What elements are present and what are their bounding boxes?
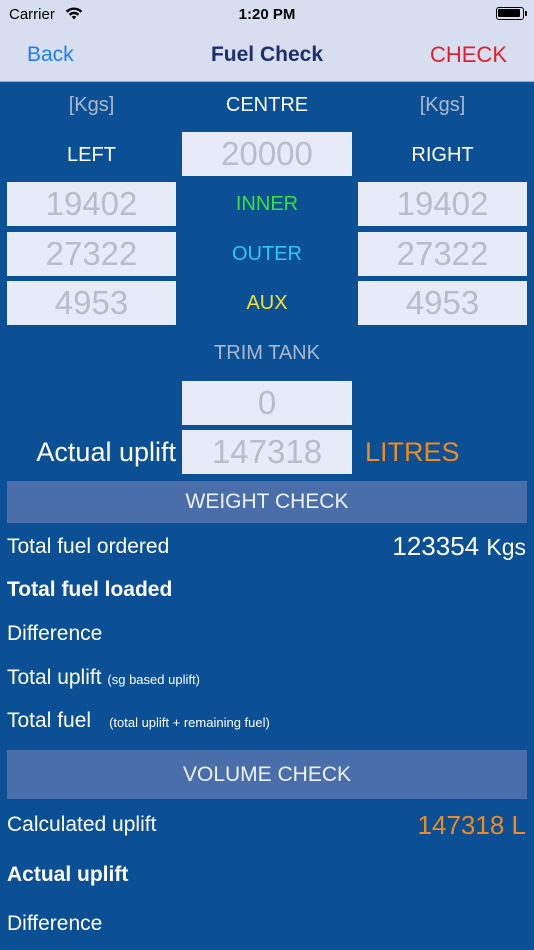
- left-inner-field[interactable]: 19402: [7, 182, 176, 226]
- check-button[interactable]: CHECK: [430, 42, 507, 68]
- centre-label: CENTRE: [225, 94, 309, 116]
- total-uplift-note: (sg based uplift): [107, 672, 200, 687]
- aux-label: AUX: [246, 292, 288, 314]
- centre-tank-field[interactable]: 20000: [182, 132, 352, 176]
- weight-difference-label: Difference: [7, 622, 103, 645]
- calculated-uplift-label: Calculated uplift: [7, 813, 157, 836]
- total-fuel-ordered-value: 123354 Kgs: [392, 531, 526, 562]
- unit-label-right: [Kgs]: [419, 94, 466, 116]
- right-outer-field[interactable]: 27322: [358, 232, 527, 276]
- volume-actual-uplift-label: Actual uplift: [7, 863, 129, 886]
- actual-uplift-label: Actual uplift: [36, 437, 176, 467]
- total-uplift-label: Total uplift: [7, 666, 102, 689]
- total-fuel-label: Total fuel: [7, 709, 92, 732]
- volume-check-header: VOLUME CHECK: [7, 750, 527, 799]
- volume-difference-label: Difference: [7, 912, 103, 935]
- left-aux-field[interactable]: 4953: [7, 281, 176, 325]
- total-uplift-row: Total uplift (sg based uplift): [7, 666, 200, 690]
- left-label: LEFT: [67, 144, 116, 166]
- inner-label: INNER: [235, 193, 299, 215]
- uplift-unit-label: LITRES: [365, 437, 460, 467]
- left-outer-field[interactable]: 27322: [7, 232, 176, 276]
- total-fuel-ordered-label: Total fuel ordered: [7, 535, 170, 558]
- battery-icon: [496, 7, 527, 20]
- outer-label: OUTER: [232, 243, 302, 265]
- right-inner-field[interactable]: 19402: [358, 182, 527, 226]
- actual-uplift-field[interactable]: 147318: [182, 430, 352, 474]
- total-fuel-row: Total fuel (total uplift + remaining fuel…: [7, 709, 270, 733]
- clock: 1:20 PM: [238, 6, 296, 23]
- status-bar: Carrier 1:20 PM: [0, 0, 534, 30]
- calculated-uplift-value: 147318 L: [417, 810, 526, 840]
- trim-tank-field[interactable]: 0: [182, 381, 352, 425]
- total-fuel-note: (total uplift + remaining fuel): [109, 715, 270, 730]
- trim-tank-label: TRIM TANK: [214, 342, 320, 364]
- right-aux-field[interactable]: 4953: [358, 281, 527, 325]
- weight-check-header: WEIGHT CHECK: [7, 481, 527, 523]
- right-label: RIGHT: [411, 144, 474, 166]
- unit-label-left: [Kgs]: [68, 94, 115, 116]
- total-fuel-ordered-unit: Kgs: [486, 534, 526, 560]
- total-fuel-ordered-number: 123354: [392, 531, 480, 561]
- total-fuel-loaded-label: Total fuel loaded: [7, 578, 173, 601]
- navigation-bar: Back Fuel Check CHECK: [0, 30, 534, 82]
